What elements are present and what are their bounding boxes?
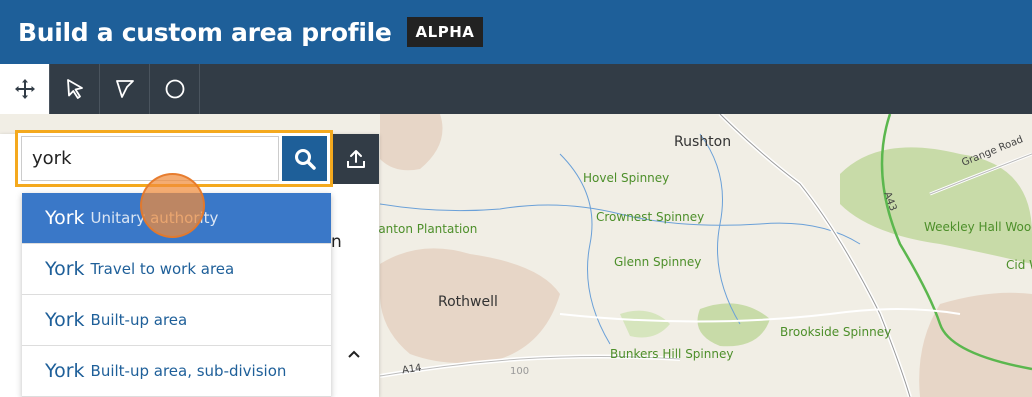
- map-label-wood: Weekley Hall Wood: [924, 220, 1032, 234]
- map-label-wood: Hovel Spinney: [583, 171, 670, 185]
- map-toolbar: [0, 64, 1032, 114]
- search-result-item[interactable]: York Built-up area, sub-division: [22, 346, 331, 397]
- result-type: Built-up area: [90, 311, 188, 329]
- map-label-wood: Stanton Plantation: [366, 222, 478, 236]
- panel-text-fragment: n: [331, 232, 342, 252]
- search-button[interactable]: [282, 136, 327, 181]
- result-type: Built-up area, sub-division: [90, 362, 287, 380]
- collapse-panel-button[interactable]: [340, 340, 368, 368]
- map-label-spot-height: 100: [510, 366, 530, 377]
- map-label-wood: Brookside Spinney: [780, 325, 892, 339]
- circle-tool-button[interactable]: [150, 64, 200, 114]
- search-result-item[interactable]: York Built-up area: [22, 295, 331, 346]
- result-name: York: [45, 360, 85, 382]
- result-name: York: [45, 258, 85, 280]
- map-label-wood: Cid W: [1006, 258, 1032, 272]
- circle-icon: [165, 79, 184, 99]
- app-header: Build a custom area profile ALPHA: [0, 0, 1032, 64]
- click-indicator: [140, 173, 205, 238]
- map-label-wood: Glenn Spinney: [614, 255, 702, 269]
- move-icon: [14, 79, 35, 99]
- map-label-rothwell: Rothwell: [438, 294, 498, 310]
- result-name: York: [45, 207, 85, 229]
- result-name: York: [45, 309, 85, 331]
- search-icon: [294, 148, 316, 170]
- map-label-wood: Crownest Spinney: [596, 210, 705, 224]
- map-label-rushton: Rushton: [674, 134, 732, 150]
- map-label-wood: Bunkers Hill Spinney: [610, 347, 734, 361]
- search-result-item[interactable]: York Travel to work area: [22, 244, 331, 295]
- move-tool-button[interactable]: [0, 64, 50, 114]
- select-tool-button[interactable]: [50, 64, 100, 114]
- select-icon: [66, 79, 83, 99]
- search-input[interactable]: [21, 136, 279, 181]
- polygon-tool-button[interactable]: [100, 64, 150, 114]
- alpha-badge: ALPHA: [406, 17, 484, 47]
- polygon-icon: [115, 80, 134, 98]
- chevron-up-icon: [348, 350, 360, 358]
- result-type: Travel to work area: [90, 260, 235, 278]
- upload-button[interactable]: [333, 134, 379, 184]
- upload-icon: [347, 150, 365, 168]
- page-title: Build a custom area profile: [18, 17, 392, 47]
